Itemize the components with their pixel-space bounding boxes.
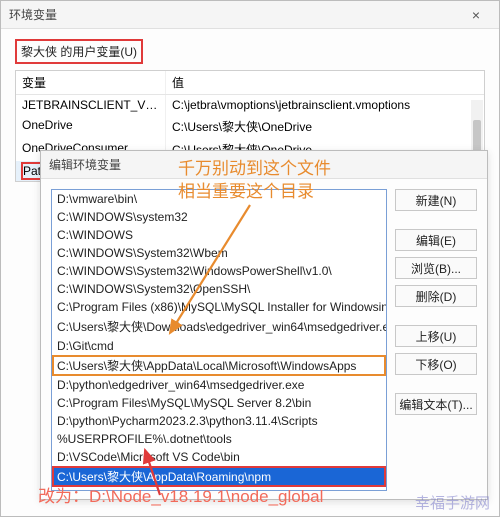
inner-title: 编辑环境变量: [49, 156, 121, 173]
outer-title: 环境变量: [9, 6, 57, 23]
browse-button[interactable]: 浏览(B)...: [395, 257, 477, 279]
list-item[interactable]: C:\Program Files\MySQL\MySQL Server 8.2\…: [52, 394, 386, 412]
move-down-button[interactable]: 下移(O): [395, 353, 477, 375]
user-vars-label: 黎大侠 的用户变量(U): [15, 39, 143, 64]
list-item[interactable]: C:\WINDOWS\system32: [52, 208, 386, 226]
delete-button[interactable]: 删除(D): [395, 285, 477, 307]
path-entries-list[interactable]: D:\vmware\bin\ C:\WINDOWS\system32 C:\WI…: [51, 189, 387, 491]
list-item-windowsapps[interactable]: C:\Users\黎大侠\AppData\Local\Microsoft\Win…: [52, 355, 386, 376]
list-item[interactable]: C:\WINDOWS\System32\WindowsPowerShell\v1…: [52, 262, 386, 280]
table-row[interactable]: JETBRAINSCLIENT_VM_OP... C:\jetbra\vmopt…: [16, 95, 484, 115]
move-up-button[interactable]: 上移(U): [395, 325, 477, 347]
edit-button[interactable]: 编辑(E): [395, 229, 477, 251]
list-item[interactable]: D:\python\edgedriver_win64\msedgedriver.…: [52, 376, 386, 394]
col-value-header: 值: [166, 71, 484, 94]
table-header: 变量 值: [16, 71, 484, 95]
list-item[interactable]: D:\vmware\bin\: [52, 190, 386, 208]
close-icon[interactable]: ×: [461, 7, 491, 23]
button-column: 新建(N) 编辑(E) 浏览(B)... 删除(D) 上移(U) 下移(O) 编…: [395, 189, 477, 491]
table-row[interactable]: OneDrive C:\Users\黎大侠\OneDrive: [16, 115, 484, 138]
new-button[interactable]: 新建(N): [395, 189, 477, 211]
list-item[interactable]: D:\Git\cmd: [52, 337, 386, 355]
edit-text-button[interactable]: 编辑文本(T)...: [395, 393, 477, 415]
inner-titlebar: 编辑环境变量: [41, 151, 487, 179]
list-item[interactable]: C:\WINDOWS: [52, 226, 386, 244]
list-item[interactable]: C:\WINDOWS\System32\OpenSSH\: [52, 280, 386, 298]
list-item[interactable]: C:\Users\黎大侠\Downloads\edgedriver_win64\…: [52, 316, 386, 337]
edit-path-dialog: 编辑环境变量 D:\vmware\bin\ C:\WINDOWS\system3…: [40, 150, 488, 500]
outer-titlebar: 环境变量 ×: [1, 1, 499, 29]
list-item[interactable]: C:\WINDOWS\System32\Wbem: [52, 244, 386, 262]
list-item[interactable]: C:\Program Files (x86)\MySQL\MySQL Insta…: [52, 298, 386, 316]
list-item-npm-selected[interactable]: C:\Users\黎大侠\AppData\Roaming\npm: [52, 466, 386, 487]
list-item[interactable]: %USERPROFILE%\.dotnet\tools: [52, 430, 386, 448]
col-name-header: 变量: [16, 71, 166, 94]
list-item[interactable]: D:\python\Pycharm2023.2.3\python3.11.4\S…: [52, 412, 386, 430]
list-item[interactable]: D:\VSCode\Microsoft VS Code\bin: [52, 448, 386, 466]
